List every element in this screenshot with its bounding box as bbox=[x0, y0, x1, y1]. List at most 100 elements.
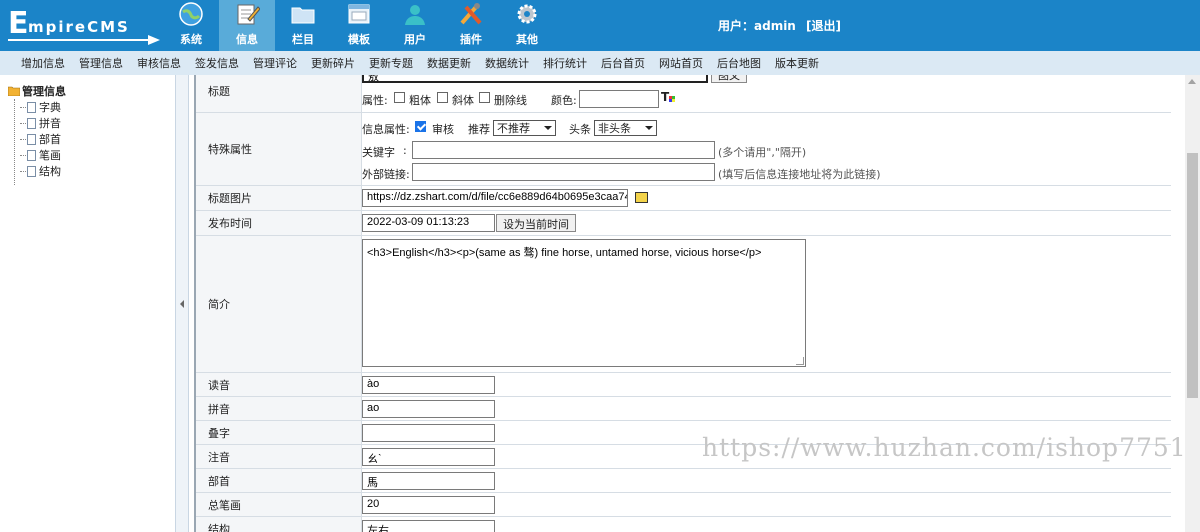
select-image-icon[interactable] bbox=[635, 192, 648, 203]
reduplication-input[interactable] bbox=[362, 424, 495, 442]
menu-admin-map[interactable]: 后台地图 bbox=[717, 55, 761, 71]
color-label: 颜色: bbox=[551, 94, 577, 107]
main-form-area: 标题 敖 图文 属性: 粗体 斜体 删除线 颜色: T 特殊属性 信息属性: 审… bbox=[194, 75, 1185, 532]
publish-time-label: 发布时间 bbox=[196, 211, 362, 235]
logo-text: mpireCMS bbox=[28, 18, 130, 36]
form-row-structure: 结构 左右 bbox=[196, 517, 1171, 532]
audit-label: 审核 bbox=[432, 123, 454, 136]
color-input[interactable] bbox=[579, 90, 659, 108]
folder-icon bbox=[289, 0, 317, 28]
reading-input[interactable]: ào bbox=[362, 376, 495, 394]
menu-manage-info[interactable]: 管理信息 bbox=[79, 55, 123, 71]
tree-item-dictionary[interactable]: 字典 bbox=[8, 99, 175, 115]
logo-arrowhead bbox=[148, 35, 160, 45]
zhuyin-input[interactable]: ㄠˋ bbox=[362, 448, 495, 466]
keyword-input[interactable] bbox=[412, 141, 715, 159]
form-row-title: 标题 敖 图文 属性: 粗体 斜体 删除线 颜色: T bbox=[196, 75, 1171, 113]
form-row-pinyin: 拼音 ao bbox=[196, 397, 1171, 421]
external-link-hint: (填写后信息连接地址将为此链接) bbox=[718, 168, 881, 181]
title-input[interactable]: 敖 bbox=[362, 75, 708, 83]
zhuyin-label: 注音 bbox=[196, 445, 362, 468]
vertical-scrollbar[interactable] bbox=[1185, 75, 1200, 532]
recommend-select[interactable]: 不推荐 bbox=[493, 120, 556, 136]
nav-system[interactable]: 系统 bbox=[163, 0, 219, 51]
edit-note-icon bbox=[233, 0, 261, 28]
scroll-thumb[interactable] bbox=[1187, 153, 1198, 398]
document-icon bbox=[27, 133, 36, 145]
nav-other[interactable]: 其他 bbox=[499, 0, 555, 51]
italic-checkbox[interactable] bbox=[437, 92, 448, 103]
menu-site-home[interactable]: 网站首页 bbox=[659, 55, 703, 71]
intro-label: 简介 bbox=[196, 236, 362, 372]
tree-root-manage-info[interactable]: 管理信息 bbox=[8, 83, 175, 99]
tree-item-strokes[interactable]: 笔画 bbox=[8, 147, 175, 163]
publish-time-input[interactable]: 2022-03-09 01:13:23 bbox=[362, 214, 495, 232]
top-bar: E mpireCMS 系统 信息 栏目 模板 用户 插件 其他 用户：admin… bbox=[0, 0, 1200, 51]
menu-sign-info[interactable]: 签发信息 bbox=[195, 55, 239, 71]
menu-rank-stats[interactable]: 排行统计 bbox=[543, 55, 587, 71]
nav-template[interactable]: 模板 bbox=[331, 0, 387, 51]
menu-data-update[interactable]: 数据更新 bbox=[427, 55, 471, 71]
logout-link[interactable]: [退出] bbox=[806, 19, 841, 33]
logo-initial: E bbox=[8, 6, 29, 41]
resize-grip-icon[interactable] bbox=[796, 357, 804, 365]
menu-update-topics[interactable]: 更新专题 bbox=[369, 55, 413, 71]
radical-label: 部首 bbox=[196, 469, 362, 492]
form-row-reading: 读音 ào bbox=[196, 373, 1171, 397]
document-icon bbox=[27, 165, 36, 177]
bold-checkbox[interactable] bbox=[394, 92, 405, 103]
special-label: 特殊属性 bbox=[196, 113, 362, 185]
strikethrough-checkbox[interactable] bbox=[479, 92, 490, 103]
structure-input[interactable]: 左右 bbox=[362, 520, 495, 532]
menu-admin-home[interactable]: 后台首页 bbox=[601, 55, 645, 71]
menu-manage-comments[interactable]: 管理评论 bbox=[253, 55, 297, 71]
set-current-time-button[interactable]: 设为当前时间 bbox=[496, 214, 576, 232]
title-pic-input[interactable]: https://dz.zshart.com/d/file/cc6e889d64b… bbox=[362, 189, 628, 207]
nav-user[interactable]: 用户 bbox=[387, 0, 443, 51]
menu-audit-info[interactable]: 审核信息 bbox=[137, 55, 181, 71]
nav-info[interactable]: 信息 bbox=[219, 0, 275, 51]
menu-data-stats[interactable]: 数据统计 bbox=[485, 55, 529, 71]
document-icon bbox=[27, 117, 36, 129]
italic-label: 斜体 bbox=[452, 94, 474, 107]
scroll-up-arrow-icon[interactable] bbox=[1188, 79, 1196, 84]
headline-select[interactable]: 非头条 bbox=[594, 120, 657, 136]
pinyin-input[interactable]: ao bbox=[362, 400, 495, 418]
empirecms-logo[interactable]: E mpireCMS bbox=[8, 6, 160, 46]
user-label: 用户：admin bbox=[718, 19, 796, 33]
structure-label: 结构 bbox=[196, 517, 362, 532]
intro-textarea[interactable]: <h3>English</h3><p>(same as 骜) fine hors… bbox=[362, 239, 806, 367]
strokes-input[interactable]: 20 bbox=[362, 496, 495, 514]
edit-form: 标题 敖 图文 属性: 粗体 斜体 删除线 颜色: T 特殊属性 信息属性: 审… bbox=[196, 75, 1171, 532]
nav-column[interactable]: 栏目 bbox=[275, 0, 331, 51]
tree-item-structure[interactable]: 结构 bbox=[8, 163, 175, 179]
form-row-title-pic: 标题图片 https://dz.zshart.com/d/file/cc6e88… bbox=[196, 186, 1171, 211]
globe-icon bbox=[177, 0, 205, 28]
window-template-icon bbox=[345, 0, 373, 28]
color-picker-icon[interactable]: T bbox=[661, 90, 677, 107]
form-row-special: 特殊属性 信息属性: 审核 推荐 不推荐 头条 非头条 关键字 : (多个请用"… bbox=[196, 113, 1171, 186]
collapse-arrow-icon bbox=[180, 299, 184, 308]
tree-item-radical[interactable]: 部首 bbox=[8, 131, 175, 147]
nav-plugin[interactable]: 插件 bbox=[443, 0, 499, 51]
reading-label: 读音 bbox=[196, 373, 362, 396]
strokes-label: 总笔画 bbox=[196, 493, 362, 516]
user-icon bbox=[401, 0, 429, 28]
form-row-strokes: 总笔画 20 bbox=[196, 493, 1171, 517]
audit-checkbox[interactable] bbox=[415, 121, 426, 132]
external-link-input[interactable] bbox=[412, 163, 715, 181]
menu-add-info[interactable]: 增加信息 bbox=[21, 55, 65, 71]
radical-input[interactable]: 馬 bbox=[362, 472, 495, 490]
title-pic-label: 标题图片 bbox=[196, 186, 362, 210]
sidebar-collapse-toggle[interactable] bbox=[175, 75, 189, 532]
gear-icon bbox=[513, 0, 541, 28]
svg-text:T: T bbox=[661, 90, 670, 104]
title-pic-text-button[interactable]: 图文 bbox=[711, 75, 747, 83]
tree-item-pinyin[interactable]: 拼音 bbox=[8, 115, 175, 131]
logo-arrow bbox=[8, 39, 152, 41]
folder-tree-icon bbox=[8, 86, 20, 96]
menu-version-update[interactable]: 版本更新 bbox=[775, 55, 819, 71]
menu-update-fragments[interactable]: 更新碎片 bbox=[311, 55, 355, 71]
title-attr-label: 属性: bbox=[362, 94, 388, 107]
external-link-label: 外部链接: bbox=[362, 168, 410, 181]
